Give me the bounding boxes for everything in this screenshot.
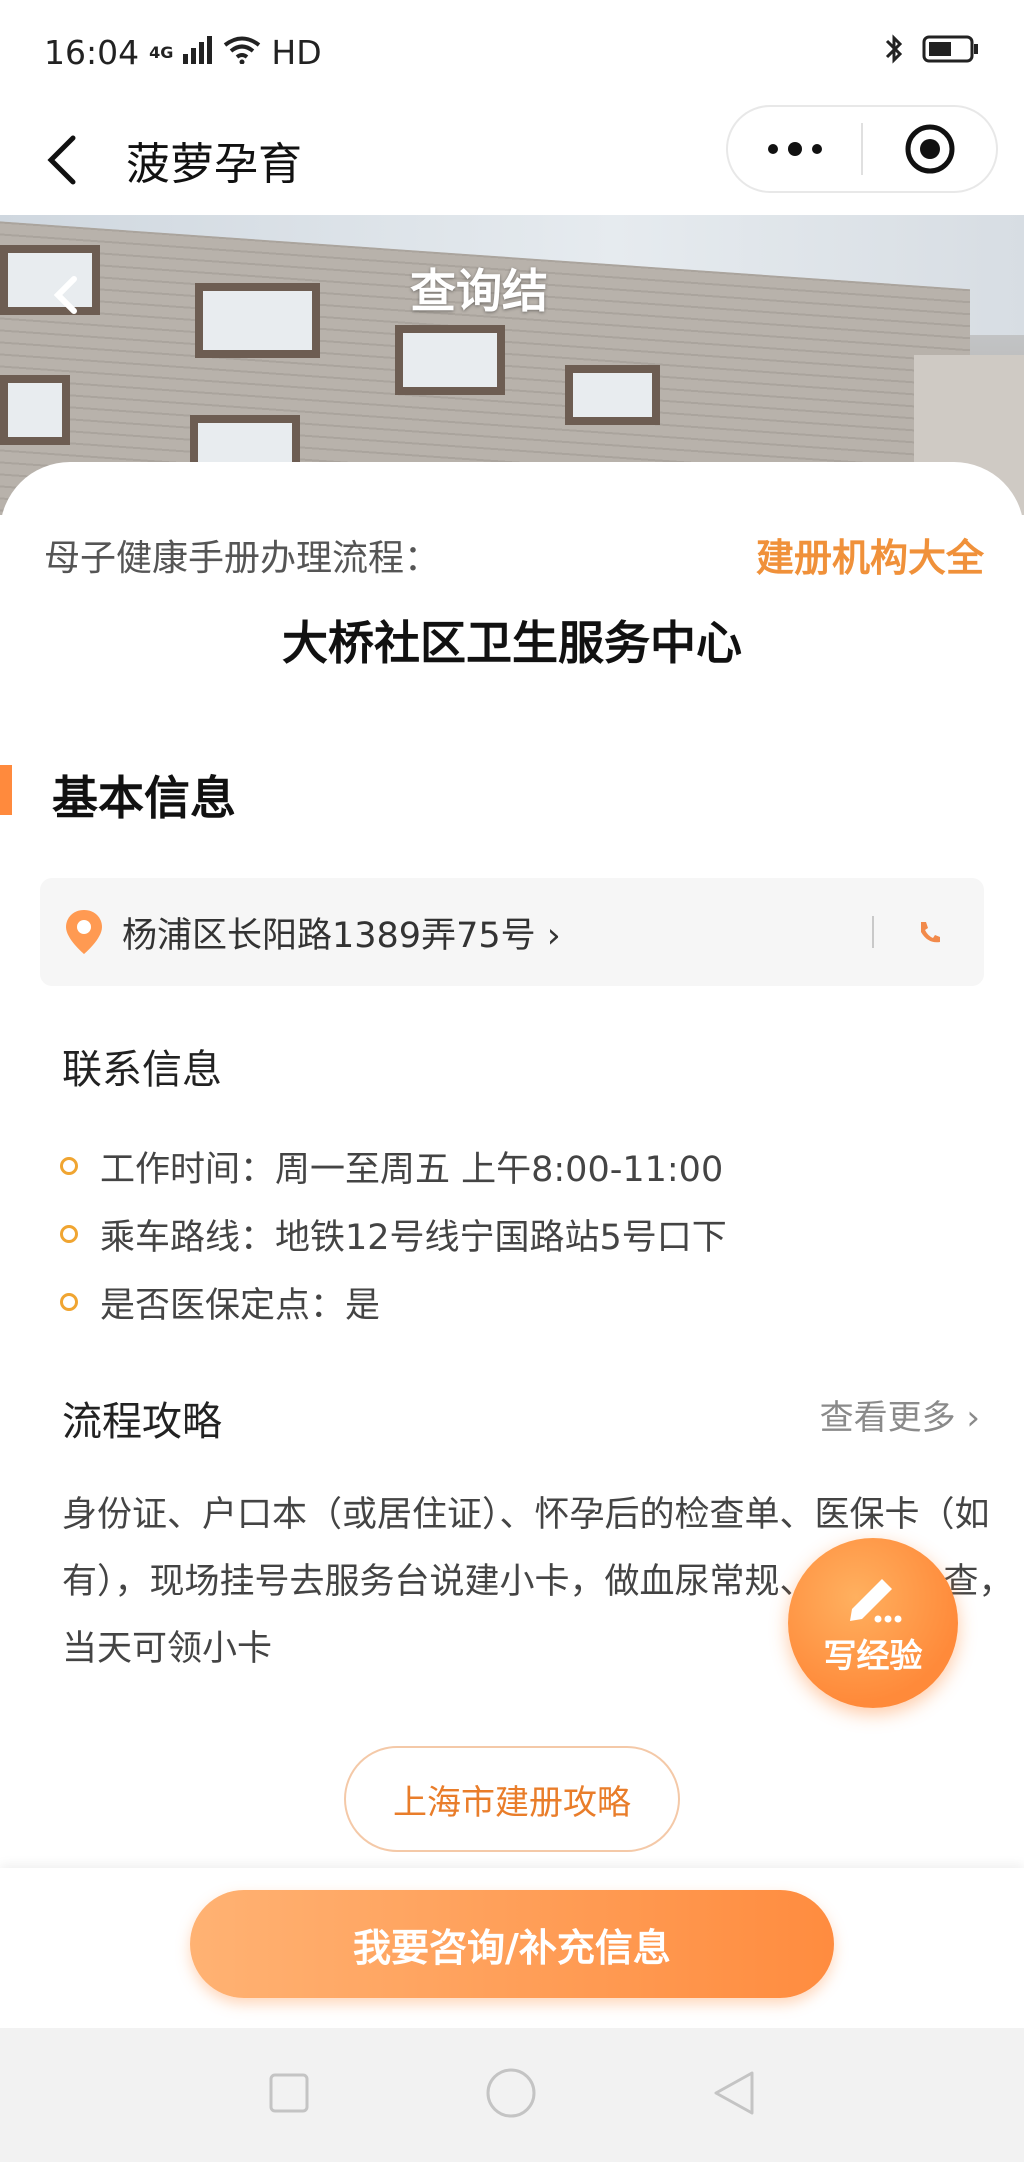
write-experience-button[interactable]: 写经验 <box>788 1538 958 1708</box>
bottom-action-bar: 我要咨询/补充信息 <box>0 1868 1024 2028</box>
phone-icon <box>921 922 940 943</box>
hero-window <box>395 325 505 395</box>
hero-window <box>565 365 660 425</box>
work-hours: 工作时间：周一至周五 上午8:00-11:00 <box>100 1149 724 1190</box>
status-time: 16:04 <box>44 33 140 72</box>
transit-route: 乘车路线：地铁12号线宁国路站5号口下 <box>100 1217 727 1258</box>
bullet-icon <box>60 1225 78 1243</box>
list-item: 乘车路线：地铁12号线宁国路站5号口下 <box>60 1200 960 1268</box>
close-miniapp-button[interactable] <box>863 107 996 191</box>
target-icon <box>905 124 954 174</box>
contact-info-list: 工作时间：周一至周五 上午8:00-11:00 乘车路线：地铁12号线宁国路站5… <box>60 1132 960 1336</box>
city-guide-button[interactable]: 上海市建册攻略 <box>344 1746 680 1852</box>
bullet-icon <box>60 1293 78 1311</box>
status-right <box>884 32 980 74</box>
home-button[interactable] <box>485 2067 537 2123</box>
strategy-title: 流程攻略 <box>62 1399 222 1445</box>
square-icon <box>269 2073 309 2113</box>
bullet-icon <box>60 1157 78 1175</box>
back-button[interactable] <box>12 105 112 215</box>
hero-window <box>0 375 70 445</box>
insurance-point: 是否医保定点：是 <box>100 1285 381 1326</box>
network-label: 4G <box>149 43 174 62</box>
recent-apps-button[interactable] <box>268 2072 310 2118</box>
app-title: 菠萝孕育 <box>126 139 302 190</box>
section-title: 基本信息 <box>52 771 236 825</box>
list-item: 是否医保定点：是 <box>60 1268 960 1336</box>
hd-label: HD <box>271 33 322 72</box>
hero-back-button[interactable] <box>40 265 90 325</box>
back-arrow-icon <box>53 276 77 314</box>
hero-title: 查询结 <box>410 264 548 318</box>
system-nav-bar <box>0 2028 1024 2162</box>
flow-row: 母子健康手册办理流程： 建册机构大全 <box>44 527 984 582</box>
hero-window <box>195 283 320 358</box>
battery-icon <box>922 33 980 72</box>
write-experience-label: 写经验 <box>823 1636 923 1675</box>
address-box[interactable]: 杨浦区长阳路1389弄75号 › <box>40 878 984 986</box>
phone-button[interactable] <box>874 878 984 986</box>
flow-label: 母子健康手册办理流程： <box>44 537 441 579</box>
location-pin-icon <box>66 910 102 954</box>
status-left: 16:04 4G HD <box>44 33 322 72</box>
list-item: 工作时间：周一至周五 上午8:00-11:00 <box>60 1132 960 1200</box>
consult-button[interactable]: 我要咨询/补充信息 <box>190 1890 834 1998</box>
triangle-back-icon <box>714 2071 754 2115</box>
contact-title: 联系信息 <box>62 1047 222 1093</box>
wifi-icon <box>223 33 261 72</box>
capsule-menu <box>726 105 998 193</box>
section-accent-bar <box>0 765 12 815</box>
org-name: 大桥社区卫生服务中心 <box>282 616 742 670</box>
system-back-button[interactable] <box>712 2069 756 2121</box>
signal-icon <box>183 33 213 72</box>
see-more-link[interactable]: 查看更多 › <box>820 1390 980 1439</box>
back-arrow-icon <box>47 135 76 185</box>
more-dots-icon <box>767 142 822 156</box>
circle-icon <box>486 2068 536 2118</box>
address-text[interactable]: 杨浦区长阳路1389弄75号 › <box>122 907 561 958</box>
status-bar: 16:04 4G HD <box>0 0 1024 105</box>
bluetooth-icon <box>884 32 904 74</box>
pencil-icon <box>850 1579 902 1623</box>
directory-link[interactable]: 建册机构大全 <box>756 527 984 582</box>
more-button[interactable] <box>728 107 861 191</box>
nav-bar: 菠萝孕育 <box>0 105 1024 215</box>
